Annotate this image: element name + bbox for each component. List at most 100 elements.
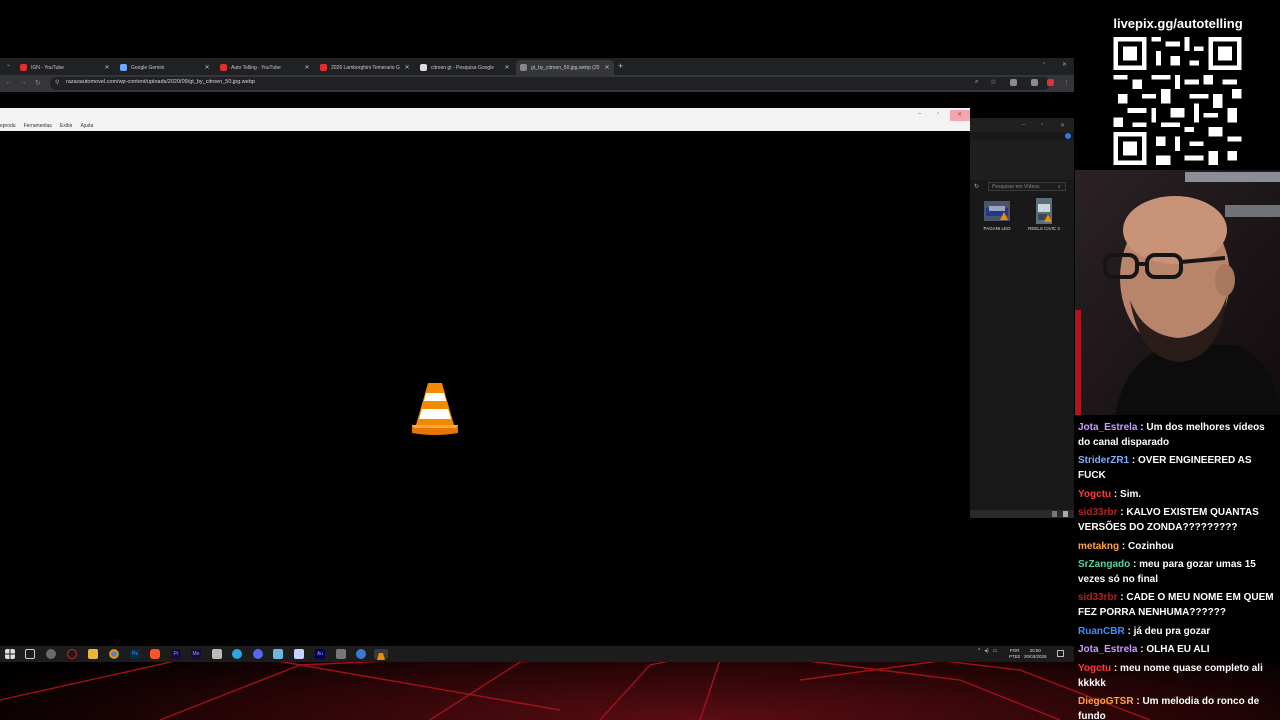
- browser-tab[interactable]: gt_by_citroen_50.jpg.webp (20 ✕: [516, 60, 614, 75]
- tab-search-icon[interactable]: ⌄: [6, 61, 11, 68]
- browser-tab[interactable]: Google Gemini ✕: [116, 60, 214, 75]
- tab-title: Google Gemini: [131, 64, 165, 71]
- chat-username[interactable]: SrZangado: [1078, 559, 1130, 570]
- volume-icon[interactable]: ◂): [984, 648, 988, 654]
- chat-message: SrZangado : meu para gozar umas 15 vezes…: [1078, 557, 1278, 587]
- address-bar[interactable]: ⚲ razaoautomovel.com/wp-content/uploads/…: [50, 77, 1050, 90]
- media-encoder-icon[interactable]: Me: [191, 649, 201, 659]
- notification-icon[interactable]: [1057, 650, 1064, 657]
- chat-username[interactable]: sid33rbr: [1078, 592, 1117, 603]
- extension-icon[interactable]: [1010, 79, 1017, 86]
- vlc-window: – ▫ ✕ eprodu Ferramentas Exibir Ajuda: [0, 108, 970, 646]
- minimize-icon[interactable]: –: [1022, 122, 1025, 128]
- tab-close-icon[interactable]: ✕: [404, 64, 410, 71]
- close-icon[interactable]: ✕: [1062, 61, 1067, 68]
- chat-username[interactable]: Jota_Estrela: [1078, 644, 1137, 655]
- extension-icon[interactable]: [1031, 79, 1038, 86]
- tab-close-icon[interactable]: ✕: [104, 64, 110, 71]
- explorer-search-input[interactable]: Pesquisar em Vídeos: [988, 182, 1066, 191]
- menu-item-playback[interactable]: eprodu: [0, 121, 16, 131]
- app-icon[interactable]: [294, 649, 304, 659]
- qr-code: [1110, 37, 1245, 165]
- app-icon[interactable]: [232, 649, 242, 659]
- menu-icon[interactable]: ⋮: [1063, 79, 1070, 87]
- chat-username[interactable]: StriderZR1: [1078, 455, 1129, 466]
- audition-icon[interactable]: Au: [315, 649, 325, 659]
- maximize-icon[interactable]: ▫: [1041, 122, 1043, 128]
- chat-username[interactable]: sid33rbr: [1078, 507, 1117, 518]
- file-item[interactable]: REELS CIVIC 2: [1028, 198, 1060, 231]
- tab-close-icon[interactable]: ✕: [604, 64, 610, 71]
- file-item[interactable]: PAGANI LEO: [982, 198, 1012, 231]
- tab-close-icon[interactable]: ✕: [304, 64, 310, 71]
- app-icon[interactable]: [336, 649, 346, 659]
- browser-tab[interactable]: citroen gt - Pesquisa Google ✕: [416, 60, 514, 75]
- refresh-icon[interactable]: ↻: [974, 183, 979, 190]
- chevron-up-icon[interactable]: ^: [978, 648, 980, 654]
- chat-panel: Jota_Estrela : Um dos melhores vídeos do…: [1078, 420, 1278, 720]
- chat-message: RuanCBR : já deu pra gozar: [1078, 624, 1278, 639]
- video-thumbnail: [984, 201, 1010, 221]
- maximize-icon[interactable]: ▫: [937, 111, 939, 117]
- chat-username[interactable]: DiegoGTSR: [1078, 696, 1134, 707]
- photoshop-icon[interactable]: Ps: [130, 649, 140, 659]
- file-explorer-window: – ▫ ✕ ↻ Pesquisar em Vídeos ⌕ PAGANI LEO: [970, 118, 1074, 518]
- clock[interactable]: 20:50 20/03/2026: [1024, 648, 1047, 659]
- video-area[interactable]: [0, 131, 970, 646]
- chat-username[interactable]: RuanCBR: [1078, 626, 1125, 637]
- back-icon[interactable]: ←: [5, 79, 12, 86]
- url-text[interactable]: razaoautomovel.com/wp-content/uploads/20…: [66, 79, 255, 85]
- bookmark-star-icon[interactable]: ☆: [990, 78, 996, 86]
- language-indicator[interactable]: POR PTB2: [1009, 648, 1020, 659]
- vlc-taskbar-icon[interactable]: [374, 649, 388, 660]
- chat-username[interactable]: Yogctu: [1078, 663, 1111, 674]
- app-icon[interactable]: [356, 649, 366, 659]
- profile-icon[interactable]: [1047, 79, 1054, 86]
- chat-text: Sim.: [1120, 488, 1142, 500]
- menu-item-tools[interactable]: Ferramentas: [24, 121, 52, 131]
- chrome-icon[interactable]: [109, 649, 119, 659]
- forward-icon[interactable]: →: [20, 79, 27, 86]
- search-icon[interactable]: ⌕: [1058, 184, 1061, 190]
- chat-username[interactable]: Jota_Estrela: [1078, 422, 1137, 433]
- chat-username[interactable]: Yogctu: [1078, 489, 1111, 500]
- calculator-icon[interactable]: [212, 649, 222, 659]
- new-tab-button[interactable]: +: [618, 61, 623, 71]
- chat-message: StriderZR1 : OVER ENGINEERED AS FUCK: [1078, 453, 1278, 483]
- chat-text: Cozinhou: [1128, 540, 1174, 552]
- task-view-icon[interactable]: [25, 649, 35, 659]
- file-label: REELS CIVIC 2: [1028, 226, 1060, 231]
- site-info-icon[interactable]: ⚲: [55, 79, 59, 86]
- zoom-icon[interactable]: ⌕: [975, 79, 978, 86]
- file-explorer-icon[interactable]: [88, 649, 98, 659]
- chat-username[interactable]: metakng: [1078, 541, 1119, 552]
- thumbnail-view-icon[interactable]: [1063, 511, 1068, 517]
- tab-close-icon[interactable]: ✕: [504, 64, 510, 71]
- app-icon[interactable]: [67, 649, 77, 659]
- browser-tab[interactable]: IGN - YouTube ✕: [16, 60, 114, 75]
- reload-icon[interactable]: ↻: [35, 79, 41, 87]
- details-view-icon[interactable]: [1052, 511, 1057, 517]
- explorer-titlebar: – ▫ ✕: [970, 118, 1074, 132]
- app-icon[interactable]: [273, 649, 283, 659]
- app-icon[interactable]: [46, 649, 56, 659]
- brave-icon[interactable]: [150, 649, 160, 659]
- menu-item-help[interactable]: Ajuda: [80, 121, 93, 131]
- close-button[interactable]: ✕: [950, 110, 970, 121]
- minimize-icon[interactable]: –: [918, 111, 921, 117]
- discord-icon[interactable]: [253, 649, 263, 659]
- network-icon[interactable]: ▭: [993, 648, 998, 654]
- tab-close-icon[interactable]: ✕: [204, 64, 210, 71]
- tab-title: IGN - YouTube: [31, 64, 64, 71]
- browser-tab[interactable]: Auto Telling - YouTube ✕: [216, 60, 314, 75]
- help-icon[interactable]: [1065, 133, 1071, 139]
- chat-message: DiegoGTSR : Um melodia do ronco de fundo: [1078, 694, 1278, 720]
- restore-icon[interactable]: ▫: [1043, 61, 1045, 67]
- browser-tab[interactable]: 2026 Lamborghini Temerario G ✕: [316, 60, 414, 75]
- close-icon[interactable]: ✕: [1060, 122, 1065, 129]
- windows-start-icon[interactable]: [5, 649, 15, 659]
- menu-item-view[interactable]: Exibir: [60, 121, 73, 131]
- premiere-icon[interactable]: Pr: [171, 649, 181, 659]
- file-label: PAGANI LEO: [983, 226, 1011, 231]
- chat-message: Yogctu : Sim.: [1078, 487, 1278, 502]
